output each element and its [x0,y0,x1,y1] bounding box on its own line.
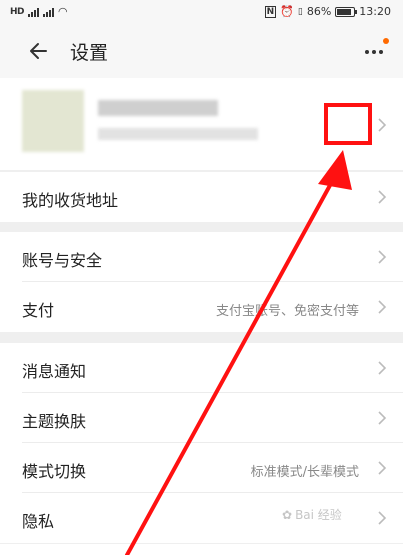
row-privacy[interactable]: 隐私 [0,493,403,543]
row-address[interactable]: 我的收货地址 [0,172,403,222]
chevron-right-icon [378,411,387,425]
profile-name-blurred [98,100,218,116]
chevron-right-icon [378,118,387,132]
row-privacy-label: 隐私 [22,512,55,531]
battery-icon [335,6,358,17]
watermark: ✿ Bai 经验 [282,506,342,523]
row-theme[interactable]: 主题换肤 [0,393,403,443]
paw-icon: ✿ [282,507,293,522]
battery-percent: 86% [306,5,332,18]
status-left: HD ◠ [10,5,68,18]
row-mode-switch-label: 模式切换 [22,462,87,481]
chevron-right-icon [378,300,387,314]
arrow-left-icon[interactable] [26,38,52,64]
page-title: 设置 [70,42,109,64]
row-payment-value: 支付宝账号、免密支付等 [215,304,359,319]
more-dots-icon [365,50,383,54]
chevron-right-icon [378,190,387,204]
annotation-highlight-box [324,103,372,145]
row-mode-switch[interactable]: 模式切换 标准模式/长辈模式 [0,443,403,493]
battery-fill [337,8,352,15]
app-header: 设置 [0,24,403,78]
status-bar: HD ◠ N ⏰ ▯ 86% 13:20 [0,0,403,24]
wifi-icon: ◠ [58,5,68,18]
notification-dot [383,38,389,44]
chevron-right-icon [378,511,387,525]
clock: 13:20 [359,5,391,18]
chevron-right-icon [378,361,387,375]
watermark-text: Bai 经验 [295,508,342,522]
row-notifications-label: 消息通知 [22,362,87,381]
row-address-label: 我的收货地址 [22,191,119,210]
nfc-icon: N [264,5,277,18]
signal-icon-2 [43,7,55,17]
row-next-partial[interactable] [0,544,403,555]
row-theme-label: 主题换肤 [22,412,87,431]
hd-sim-icon: HD [10,6,25,17]
row-mode-switch-value: 标准模式/长辈模式 [250,465,359,480]
row-account-security[interactable]: 账号与安全 [0,232,403,282]
row-payment[interactable]: 支付 支付宝账号、免密支付等 [0,282,403,332]
vibrate-icon: ▯ [297,6,303,17]
avatar [22,90,84,152]
chevron-right-icon [378,250,387,264]
more-button[interactable] [361,36,391,66]
row-notifications[interactable]: 消息通知 [0,343,403,393]
alarm-icon: ⏰ [280,5,294,18]
row-payment-label: 支付 [22,301,55,320]
row-account-security-label: 账号与安全 [22,251,103,270]
chevron-right-icon [378,461,387,475]
profile-sub-blurred [98,128,258,140]
signal-icon [28,7,40,17]
status-right: N ⏰ ▯ 86% 13:20 [264,5,391,18]
